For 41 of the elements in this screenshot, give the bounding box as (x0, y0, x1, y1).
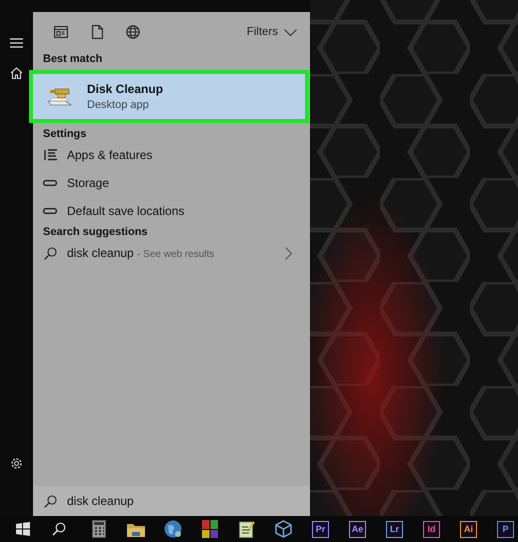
calculator-icon[interactable] (92, 520, 106, 538)
app-icon[interactable]: Pr (312, 520, 329, 538)
section-heading: Search suggestions (42, 225, 149, 239)
windows-start-icon[interactable] (16, 522, 30, 536)
settings-item[interactable]: Default save locations (33, 197, 310, 225)
menu-icon[interactable] (10, 38, 23, 48)
search-field[interactable]: disk cleanup (67, 494, 300, 508)
settings-item[interactable]: Apps & features (33, 141, 310, 169)
app-icon[interactable]: Id (423, 520, 440, 538)
search-icon (44, 246, 56, 260)
folder-icon[interactable] (126, 522, 144, 536)
app-icon[interactable]: P (497, 520, 514, 538)
cube-icon[interactable] (275, 520, 292, 538)
app-title: Disk Cleanup (87, 82, 164, 96)
home-icon[interactable] (10, 67, 23, 79)
disk-cleanup-icon (47, 86, 73, 108)
notepad-icon[interactable] (238, 520, 254, 538)
list-icon (44, 149, 56, 161)
section-heading: Best match (42, 52, 104, 66)
drive-icon (43, 180, 57, 186)
drive-icon (43, 208, 57, 214)
filters-dropdown[interactable]: Filters (246, 24, 297, 40)
search-icon (44, 494, 56, 508)
app-subtitle: Desktop app (87, 99, 150, 111)
chevron-right-icon[interactable] (285, 246, 292, 260)
colored-tiles-icon[interactable] (202, 520, 218, 538)
section-heading: Settings (42, 127, 88, 141)
settings-item[interactable]: Storage (33, 169, 310, 197)
globe-icon[interactable] (164, 520, 182, 538)
search-box[interactable]: disk cleanup (33, 486, 310, 516)
app-icon[interactable]: Lr (386, 520, 403, 538)
document-icon[interactable] (92, 25, 102, 39)
search-icon[interactable] (52, 522, 66, 536)
chevron-down-icon (284, 28, 297, 36)
search-suggestion[interactable]: disk cleanup - See web results (33, 239, 310, 267)
best-match-result[interactable]: Disk Cleanup Desktop app (29, 70, 309, 123)
globe-icon[interactable] (126, 25, 140, 39)
app-icon[interactable]: Ae (349, 520, 366, 538)
app-window-icon[interactable] (54, 26, 68, 38)
settings-icon[interactable] (10, 456, 23, 470)
app-icon[interactable]: Ai (460, 520, 477, 538)
